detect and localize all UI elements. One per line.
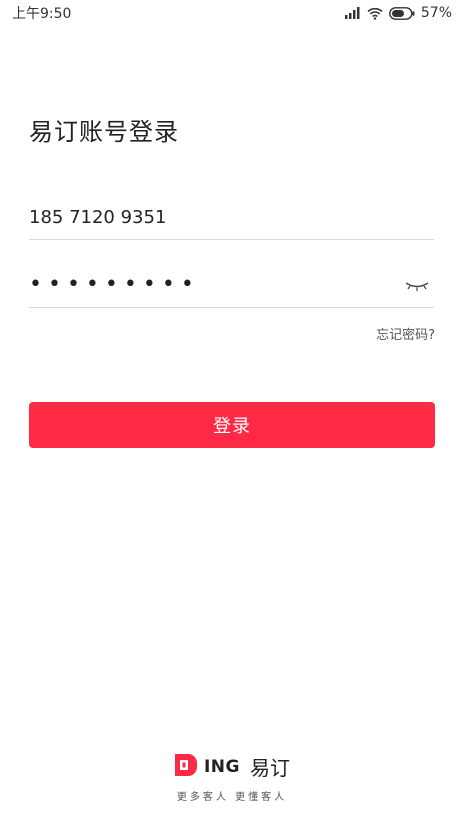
- battery-percent: 57%: [420, 5, 452, 21]
- phone-input[interactable]: [29, 196, 389, 238]
- eye-closed-icon[interactable]: [404, 278, 430, 294]
- status-bar: 上午9:50 57%: [0, 0, 464, 26]
- forgot-password-link[interactable]: 忘记密码?: [376, 324, 435, 343]
- status-time: 上午9:50: [12, 6, 72, 22]
- status-icons: 57%: [344, 5, 452, 21]
- signal-icon: [344, 7, 361, 19]
- brand-logo: ING 易订: [174, 752, 290, 781]
- brand-logo-text: ING: [203, 756, 240, 777]
- login-button[interactable]: 登录: [29, 402, 435, 448]
- battery-icon: [388, 6, 415, 20]
- brand-footer: ING 易订 更多客人 更懂客人: [0, 752, 464, 803]
- password-field: •••••••••: [29, 264, 434, 308]
- phone-field: [29, 196, 434, 240]
- password-input[interactable]: •••••••••: [29, 272, 200, 297]
- login-screen: 上午9:50 57% 易订账号登录 185 7120 9351 ••••••••…: [0, 0, 464, 825]
- brand-slogan: 更多客人 更懂客人: [176, 792, 288, 803]
- wifi-icon: [367, 7, 383, 20]
- page-title: 易订账号登录: [29, 118, 179, 146]
- ding-logo-icon: [174, 753, 198, 781]
- brand-name: 易订: [250, 756, 290, 780]
